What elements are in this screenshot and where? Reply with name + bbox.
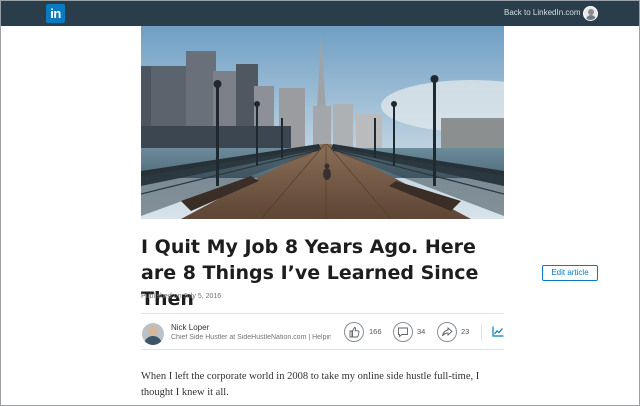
actions-separator [481, 323, 482, 341]
profile-avatar[interactable] [583, 6, 598, 21]
comment-button[interactable] [393, 322, 413, 342]
browser-frame: in Back to LinkedIn.com I Quit My Job 8 … [0, 0, 640, 406]
share-button[interactable] [437, 322, 457, 342]
edit-article-button[interactable]: Edit article [542, 265, 598, 281]
like-button[interactable] [344, 322, 364, 342]
comment-icon [398, 327, 408, 338]
share-icon [442, 327, 453, 337]
comments-count: 34 [417, 327, 426, 336]
stats-icon[interactable] [492, 326, 504, 337]
published-date: Published on July 5, 2016 [141, 293, 222, 300]
top-navigation-bar: in Back to LinkedIn.com [1, 1, 639, 26]
author-headline: Chief Side Hustler at SideHustleNation.c… [171, 334, 331, 341]
author-name[interactable]: Nick Loper [171, 323, 209, 332]
divider-bottom [141, 349, 504, 350]
shares-count: 23 [461, 327, 470, 336]
article-cover-image [141, 26, 504, 219]
author-avatar[interactable] [142, 323, 164, 345]
back-to-linkedin-link[interactable]: Back to LinkedIn.com [504, 8, 580, 17]
likes-count: 166 [369, 327, 382, 336]
divider-top [141, 313, 504, 314]
like-icon [349, 327, 360, 338]
linkedin-logo-icon[interactable]: in [46, 4, 65, 23]
article-title: I Quit My Job 8 Years Ago. Here are 8 Th… [141, 236, 479, 310]
article-body-paragraph: When I left the corporate world in 2008 … [141, 371, 480, 398]
